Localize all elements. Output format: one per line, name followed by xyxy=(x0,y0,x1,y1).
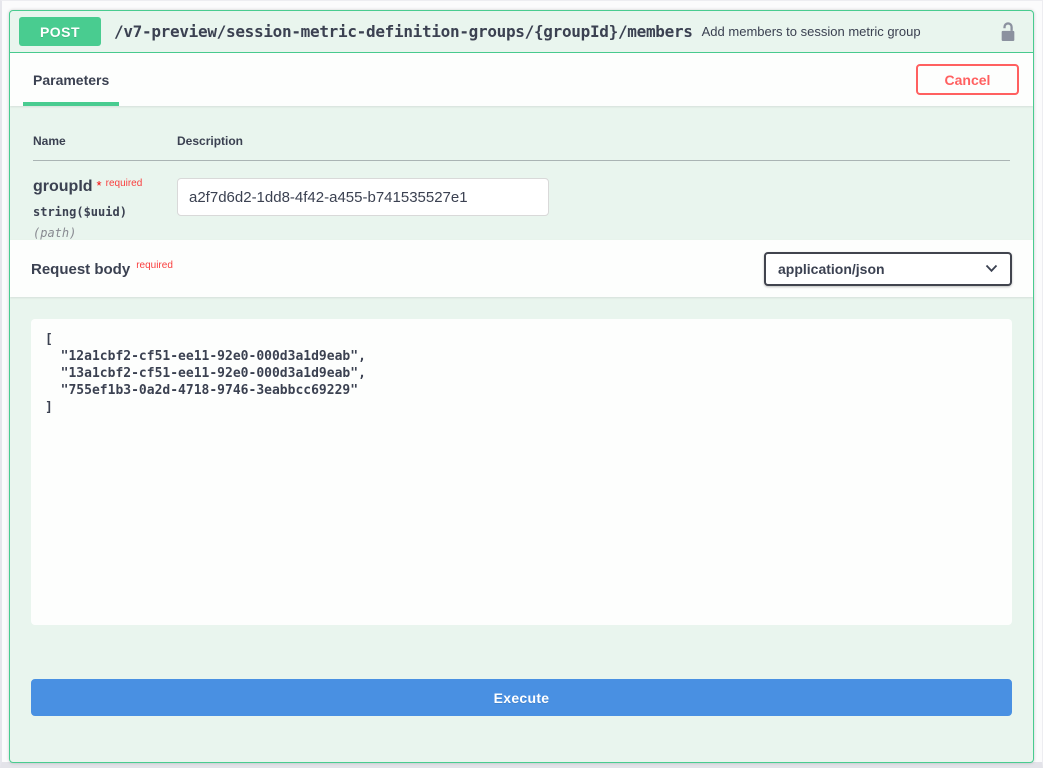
table-row: groupId * required string($uuid) (path) xyxy=(33,161,1010,241)
request-body-required-label: required xyxy=(136,260,173,271)
column-header-description: Description xyxy=(177,124,1010,161)
column-header-name: Name xyxy=(33,124,177,161)
content-type-selected-value: application/json xyxy=(778,261,885,277)
endpoint-summary-text: Add members to session metric group xyxy=(702,24,921,39)
page-background: POST /v7-preview/session-metric-definiti… xyxy=(0,0,1043,768)
required-asterisk: * xyxy=(97,178,102,193)
param-name: groupId xyxy=(33,178,93,196)
parameters-table-area: Name Description groupId * required stri… xyxy=(10,106,1033,240)
param-type: string($uuid) xyxy=(33,205,177,219)
tab-parameters[interactable]: Parameters xyxy=(23,53,119,106)
request-body-textarea[interactable]: [ "12a1cbf2-cf51-ee11-92e0-000d3a1d9eab"… xyxy=(31,319,1012,625)
opblock-post: POST /v7-preview/session-metric-definiti… xyxy=(9,10,1034,763)
param-name-cell: groupId * required string($uuid) (path) xyxy=(33,161,177,241)
parameters-table: Name Description groupId * required stri… xyxy=(33,124,1010,240)
auth-lock-button[interactable] xyxy=(995,20,1021,44)
execute-button[interactable]: Execute xyxy=(31,679,1012,716)
parameters-section-header: Parameters Cancel xyxy=(10,53,1033,106)
chevron-down-icon xyxy=(985,264,998,273)
content-type-select[interactable]: application/json xyxy=(764,252,1012,286)
request-body-title: Request body xyxy=(31,261,130,278)
required-label: required xyxy=(106,178,143,189)
request-body-section-header: Request body required application/json xyxy=(10,240,1033,297)
http-method-badge: POST xyxy=(19,17,101,46)
tab-parameters-label: Parameters xyxy=(33,72,109,88)
execute-wrapper: Execute xyxy=(10,625,1033,729)
unlocked-padlock-icon xyxy=(997,20,1019,44)
endpoint-summary-bar[interactable]: POST /v7-preview/session-metric-definiti… xyxy=(10,11,1033,53)
request-body-editor-area: [ "12a1cbf2-cf51-ee11-92e0-000d3a1d9eab"… xyxy=(10,297,1033,625)
param-description-cell xyxy=(177,161,1010,241)
cancel-button[interactable]: Cancel xyxy=(916,64,1019,95)
param-location: (path) xyxy=(33,226,177,240)
endpoint-path: /v7-preview/session-metric-definition-gr… xyxy=(114,22,693,41)
groupid-input[interactable] xyxy=(177,178,549,216)
